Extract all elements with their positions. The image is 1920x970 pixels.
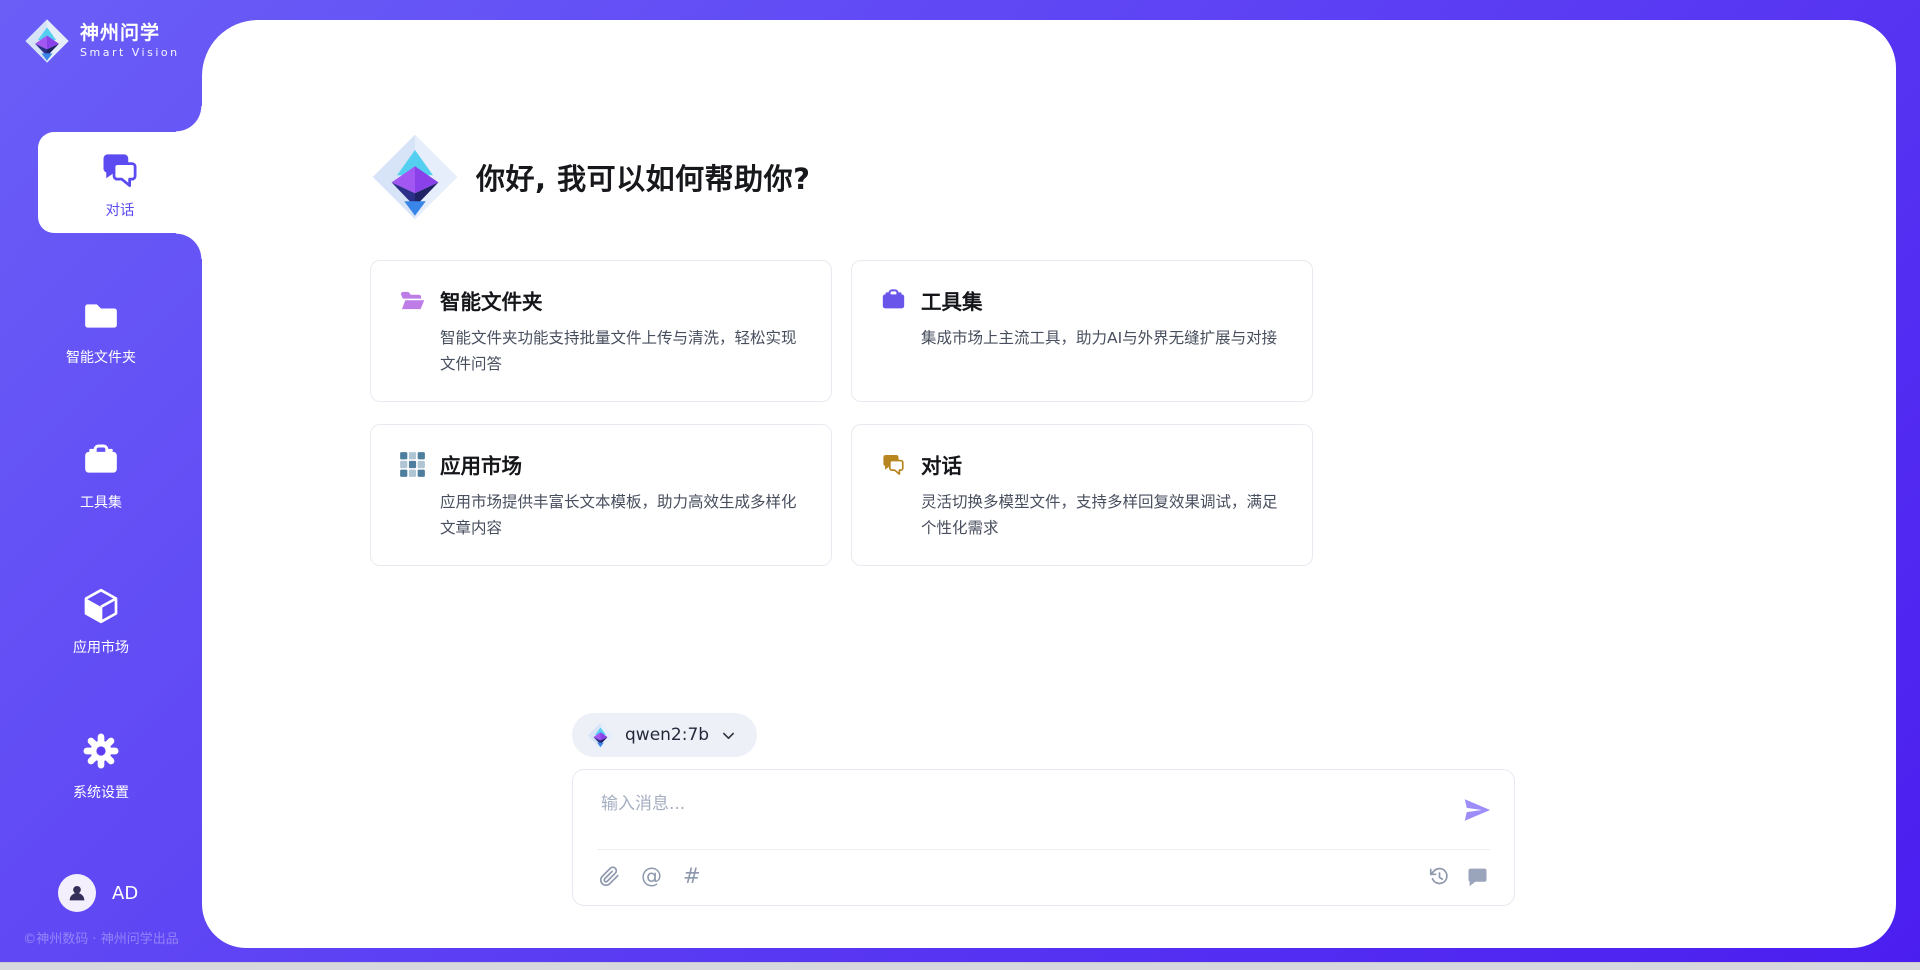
card-title: 对话 <box>921 449 962 479</box>
send-button[interactable] <box>1462 795 1492 825</box>
chat-icon <box>98 148 142 192</box>
app-logo-icon <box>24 18 70 64</box>
folder-icon <box>81 296 121 336</box>
horizontal-scrollbar[interactable] <box>0 962 1920 970</box>
copyright-footer: ©神州数码 · 神州问学出品 <box>0 928 202 947</box>
sidebar-item-chat[interactable]: 对话 <box>38 132 202 233</box>
composer-tools-left: @ # <box>599 866 701 887</box>
feedback-bubble-icon <box>1467 866 1488 887</box>
card-app-market[interactable]: 应用市场 应用市场提供丰富长文本模板，助力高效生成多样化文章内容 <box>370 424 832 566</box>
sidebar-item-app-market[interactable]: 应用市场 <box>0 586 202 657</box>
card-smart-folder[interactable]: 智能文件夹 智能文件夹功能支持批量文件上传与清洗，轻松实现文件问答 <box>370 260 832 402</box>
cube-icon <box>81 586 121 626</box>
brand: 神州问学 Smart Vision <box>24 18 180 64</box>
chat-icon <box>880 451 907 478</box>
chevron-down-icon <box>720 727 737 744</box>
card-description: 灵活切换多模型文件，支持多样回复效果调试，满足个性化需求 <box>921 490 1284 541</box>
grid-icon <box>399 451 426 478</box>
card-title: 工具集 <box>921 285 983 315</box>
gem-logo-icon <box>587 722 614 749</box>
card-chat[interactable]: 对话 灵活切换多模型文件，支持多样回复效果调试，满足个性化需求 <box>851 424 1313 566</box>
history-icon <box>1429 866 1450 887</box>
folder-open-icon <box>399 287 426 314</box>
sidebar-item-label: 应用市场 <box>0 637 202 657</box>
sidebar-item-toolset[interactable]: 工具集 <box>0 441 202 512</box>
sidebar-item-smart-folder[interactable]: 智能文件夹 <box>0 296 202 367</box>
message-input[interactable] <box>601 786 1421 822</box>
sidebar-item-label: 对话 <box>38 199 202 220</box>
sidebar-item-label: 工具集 <box>0 492 202 512</box>
sidebar-item-label: 智能文件夹 <box>0 347 202 367</box>
send-icon <box>1462 795 1492 825</box>
card-title: 智能文件夹 <box>440 285 543 315</box>
app-window: 神州问学 Smart Vision 对话 智能文件夹 工具集 应用市场 系统设置 <box>0 0 1920 970</box>
greeting-title: 你好, 我可以如何帮助你? <box>476 156 810 198</box>
composer-tools-right <box>1429 866 1488 887</box>
attachment-icon <box>599 866 620 887</box>
gear-icon <box>81 731 121 771</box>
card-description: 智能文件夹功能支持批量文件上传与清洗，轻松实现文件问答 <box>440 326 803 377</box>
toolbox-icon <box>81 441 121 481</box>
toolbox-icon <box>880 287 907 314</box>
hashtag-icon[interactable]: # <box>683 866 701 887</box>
card-title: 应用市场 <box>440 449 522 479</box>
card-toolset[interactable]: 工具集 集成市场上主流工具，助力AI与外界无缝扩展与对接 <box>851 260 1313 402</box>
composer-area: qwen2:7b @ # <box>572 713 1515 906</box>
greeting: 你好, 我可以如何帮助你? <box>370 132 1313 222</box>
user-profile[interactable]: AD <box>58 874 138 912</box>
feature-cards: 智能文件夹 智能文件夹功能支持批量文件上传与清洗，轻松实现文件问答 工具集 集成… <box>370 260 1313 566</box>
avatar <box>58 874 96 912</box>
history-button[interactable] <box>1429 866 1450 887</box>
composer-divider <box>597 849 1490 850</box>
app-title: 神州问学 <box>80 23 180 45</box>
attach-button[interactable] <box>599 866 620 887</box>
sidebar: 神州问学 Smart Vision 对话 智能文件夹 工具集 应用市场 系统设置 <box>0 0 202 970</box>
user-name: AD <box>112 883 138 904</box>
feedback-button[interactable] <box>1467 866 1488 887</box>
welcome-section: 你好, 我可以如何帮助你? 智能文件夹 智能文件夹功能支持批量文件上传与清洗，轻… <box>370 132 1313 566</box>
card-description: 应用市场提供丰富长文本模板，助力高效生成多样化文章内容 <box>440 490 803 541</box>
mention-icon[interactable]: @ <box>641 866 662 887</box>
sidebar-item-label: 系统设置 <box>0 782 202 802</box>
model-selector[interactable]: qwen2:7b <box>572 713 757 757</box>
gem-logo-icon <box>370 132 460 222</box>
sidebar-item-settings[interactable]: 系统设置 <box>0 731 202 802</box>
card-description: 集成市场上主流工具，助力AI与外界无缝扩展与对接 <box>921 326 1284 352</box>
app-subtitle: Smart Vision <box>80 46 180 59</box>
person-icon <box>66 882 88 904</box>
message-composer: @ # <box>572 769 1515 906</box>
model-name: qwen2:7b <box>625 725 709 745</box>
